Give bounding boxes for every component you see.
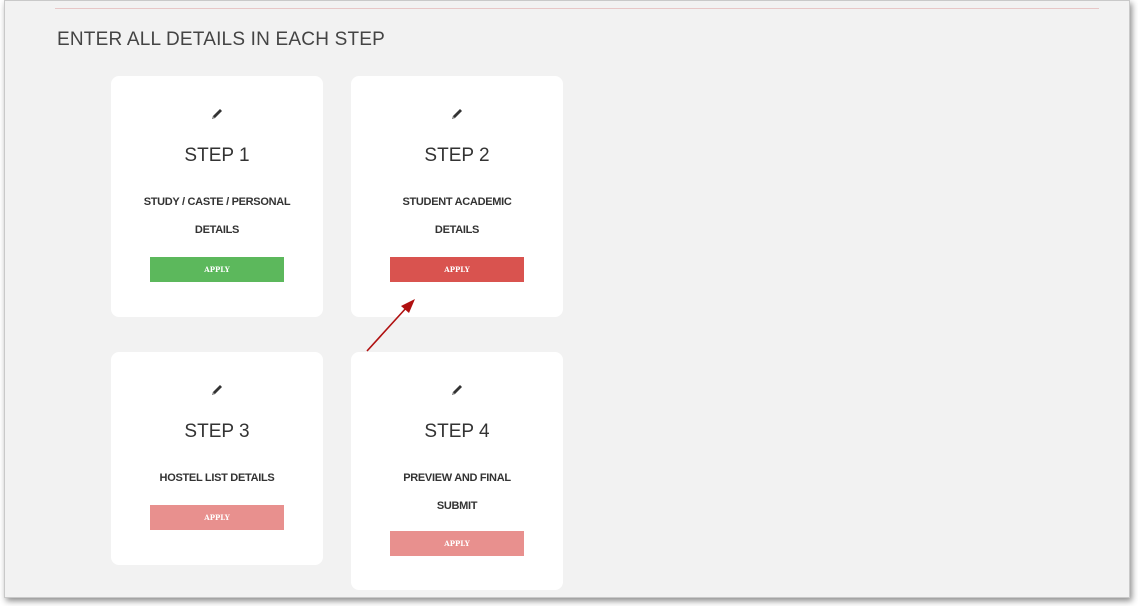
pencil-icon: [111, 382, 323, 398]
pencil-icon: [351, 106, 563, 122]
step-title: STEP 2: [424, 145, 490, 166]
step-description-line: DETAILS: [434, 224, 480, 236]
arrow-icon: [366, 299, 415, 352]
step-card-3: STEP 3 HOSTEL LIST DETAILS APPLY: [111, 352, 323, 565]
steps-panel: ENTER ALL DETAILS IN EACH STEP STEP 1 ST…: [4, 0, 1130, 598]
pencil-icon: [111, 106, 323, 122]
divider: [55, 8, 1099, 9]
step-title: STEP 3: [184, 421, 250, 442]
step-description: PREVIEW AND FINAL SUBMIT: [367, 464, 547, 520]
step-card-1: STEP 1 STUDY / CASTE / PERSONAL DETAILS …: [111, 76, 323, 317]
step-description: HOSTEL LIST DETAILS: [127, 464, 307, 492]
apply-button-step-3[interactable]: APPLY: [150, 505, 284, 530]
step-title: STEP 4: [424, 421, 490, 442]
page-heading: ENTER ALL DETAILS IN EACH STEP: [57, 29, 386, 50]
step-card-2: STEP 2 STUDENT ACADEMIC DETAILS APPLY: [351, 76, 563, 317]
apply-button-step-1[interactable]: APPLY: [150, 257, 284, 282]
step-description-line: STUDENT ACADEMIC: [402, 196, 512, 208]
pencil-icon: [351, 382, 563, 398]
step-title: STEP 1: [184, 145, 250, 166]
apply-button-step-2[interactable]: APPLY: [390, 257, 524, 282]
step-description-line: SUBMIT: [436, 500, 478, 512]
step-description-line: DETAILS: [194, 224, 240, 236]
step-description-line: STUDY / CASTE / PERSONAL: [143, 196, 291, 208]
step-card-4: STEP 4 PREVIEW AND FINAL SUBMIT APPLY: [351, 352, 563, 590]
step-description-line: HOSTEL LIST DETAILS: [159, 472, 275, 484]
step-description-line: PREVIEW AND FINAL: [403, 472, 511, 484]
step-description: STUDY / CASTE / PERSONAL DETAILS: [127, 188, 307, 244]
apply-button-step-4[interactable]: APPLY: [390, 531, 524, 556]
step-description: STUDENT ACADEMIC DETAILS: [367, 188, 547, 244]
